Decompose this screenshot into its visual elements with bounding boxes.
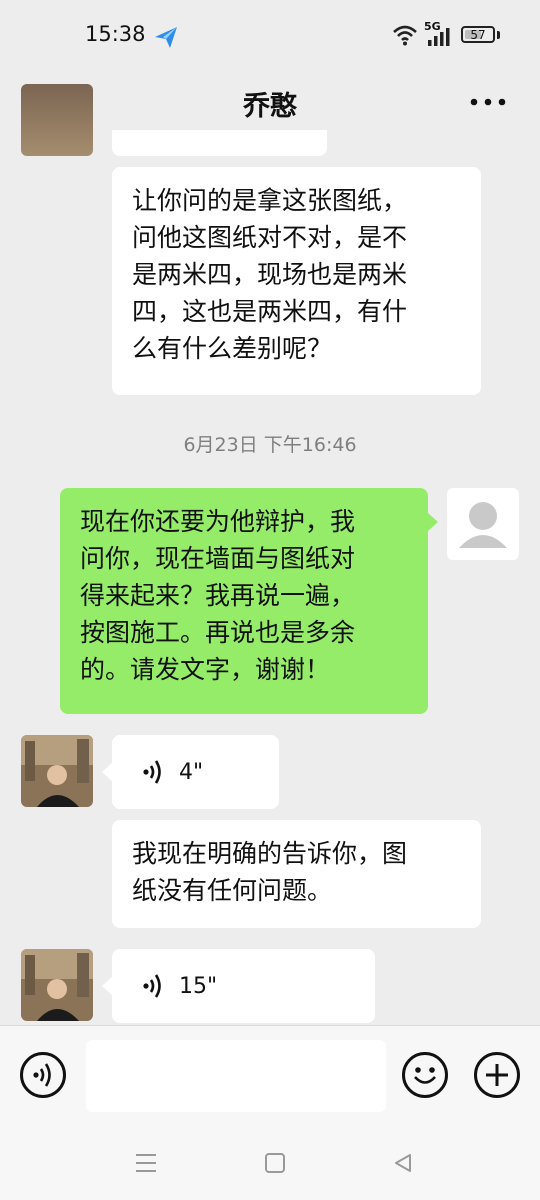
wifi-icon	[393, 25, 417, 46]
avatar-photo	[21, 735, 93, 807]
bubble-tail	[102, 977, 112, 995]
more-dots-icon[interactable]	[470, 98, 506, 106]
voice-duration: 15"	[179, 974, 218, 999]
plus-icon[interactable]	[474, 1052, 520, 1098]
status-time: 15:38	[85, 22, 146, 46]
message-bubble-sent[interactable]: 现在你还要为他辩护，我 问你，现在墙面与图纸对 得来起来？我再说一遍， 按图施工…	[60, 488, 428, 714]
message-bubble-received[interactable]: 我现在明确的告诉你，图 纸没有任何问题。	[112, 820, 481, 928]
signal-icon	[428, 28, 450, 46]
back-triangle-icon[interactable]	[391, 1151, 415, 1175]
voice-wave-icon	[143, 760, 161, 784]
voice-mode-icon[interactable]	[20, 1052, 66, 1098]
list-item	[112, 130, 327, 156]
paper-plane-icon	[155, 27, 177, 48]
menu-icon[interactable]	[133, 1152, 159, 1174]
message-input[interactable]	[86, 1040, 386, 1112]
voice-wave-icon	[33, 1063, 51, 1087]
bubble-tail	[102, 763, 112, 781]
avatar[interactable]	[21, 735, 93, 807]
avatar[interactable]	[21, 949, 93, 1021]
battery-level: 57	[470, 28, 486, 42]
message-bubble-received[interactable]: 让你问的是拿这张图纸， 问他这图纸对不对，是不 是两米四，现场也是两米 四，这也…	[112, 167, 481, 395]
home-square-icon[interactable]	[263, 1151, 287, 1175]
voice-duration: 4"	[179, 760, 204, 785]
smiley-face	[414, 1067, 436, 1084]
emoji-icon[interactable]	[402, 1052, 448, 1098]
battery-tip	[497, 31, 500, 39]
avatar[interactable]	[447, 488, 519, 560]
avatar[interactable]	[21, 84, 93, 156]
timestamp: 6月23日 下午16:46	[183, 434, 357, 456]
avatar-photo	[21, 949, 93, 1021]
default-avatar-icon	[459, 502, 507, 548]
plus-sign	[486, 1064, 508, 1086]
bubble-tail	[428, 513, 438, 531]
voice-wave-icon	[143, 974, 161, 998]
